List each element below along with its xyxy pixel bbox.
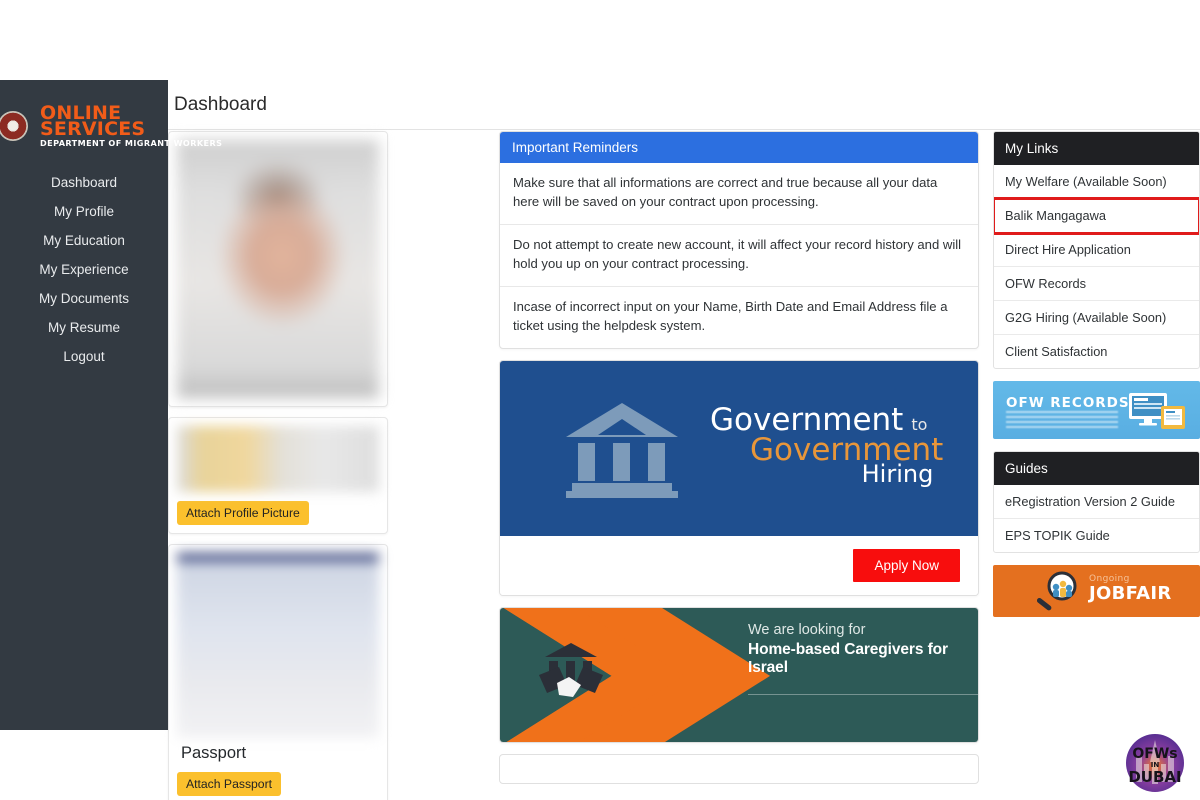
brand-logo: ONLINE SERVICES DEPARTMENT OF MIGRANT WO…	[0, 80, 222, 146]
sidebar-item-my-profile[interactable]: My Profile	[0, 197, 168, 226]
handshake-bank-icon	[539, 642, 603, 697]
sidebar-item-logout[interactable]: Logout	[0, 342, 168, 371]
reminder-item: Do not attempt to create new account, it…	[500, 225, 978, 287]
page-header: Dashboard	[168, 80, 1200, 130]
guides-panel: Guides eRegistration Version 2 Guide EPS…	[993, 451, 1200, 553]
g2g-apply-bar: Apply Now	[500, 535, 978, 595]
profile-picture-card	[168, 131, 388, 407]
g2g-banner-image[interactable]: Government to Government Hiring	[500, 360, 978, 536]
profile-photo-image	[177, 140, 379, 398]
next-panel-partial	[499, 753, 979, 784]
passport-title: Passport	[181, 744, 247, 762]
bank-building-icon	[566, 402, 678, 498]
sidebar-item-my-experience[interactable]: My Experience	[0, 255, 168, 284]
guides-title: Guides	[994, 452, 1199, 485]
caregivers-divider	[748, 693, 978, 695]
sidebar-item-my-documents[interactable]: My Documents	[0, 284, 168, 313]
attach-profile-picture-button[interactable]: Attach Profile Picture	[177, 501, 309, 525]
reminder-item: Incase of incorrect input on your Name, …	[513, 298, 948, 333]
caregivers-line1: We are looking for	[748, 621, 866, 638]
profile-column: Attach Profile Picture Passport Attach P…	[168, 131, 388, 800]
brand-line2: SERVICES	[40, 117, 146, 140]
ofw-records-banner-title: OFW RECORDS	[1006, 395, 1130, 411]
my-links-title: My Links	[994, 132, 1199, 165]
caregivers-panel: We are looking for Home-based Caregivers…	[499, 606, 979, 743]
passport-card: Passport Attach Passport	[168, 544, 388, 800]
monitor-tablet-icon	[1129, 393, 1185, 429]
left-sidebar: ONLINE SERVICES DEPARTMENT OF MIGRANT WO…	[0, 80, 222, 730]
link-item-balik-mangagawa[interactable]: Balik Mangagawa	[994, 197, 1199, 235]
important-reminders-panel: Important Reminders Make sure that all i…	[499, 131, 979, 349]
main-content: Attach Profile Picture Passport Attach P…	[168, 131, 1200, 800]
profile-thumbnail-image	[177, 426, 379, 492]
sidebar-nav: Dashboard My Profile My Education My Exp…	[0, 168, 168, 371]
magnifier-people-icon	[1037, 571, 1077, 611]
brand-text: ONLINE SERVICES DEPARTMENT OF MIGRANT WO…	[40, 103, 223, 148]
g2g-apply-now-button[interactable]: Apply Now	[853, 548, 960, 582]
brand-line3: DEPARTMENT OF MIGRANT WORKERS	[40, 137, 223, 148]
caregivers-banner-text: We are looking for Home-based Caregivers…	[748, 622, 978, 695]
reminder-item: Make sure that all informations are corr…	[500, 163, 978, 225]
important-reminders-title: Important Reminders	[500, 132, 978, 163]
attach-passport-button[interactable]: Attach Passport	[177, 772, 282, 796]
links-column: My Links My Welfare (Available Soon) Bal…	[993, 131, 1200, 617]
content-column: Important Reminders Make sure that all i…	[499, 131, 979, 784]
page-root: ONLINE SERVICES DEPARTMENT OF MIGRANT WO…	[0, 0, 1200, 800]
svg-text:OFWs: OFWs	[1132, 746, 1177, 762]
guide-item-eregistration-v2[interactable]: eRegistration Version 2 Guide	[994, 485, 1199, 519]
link-item-ofw-records[interactable]: OFW Records	[994, 267, 1199, 301]
ofws-in-dubai-logo: OFWs IN DUBAI	[1126, 734, 1184, 792]
link-item-g2g-hiring[interactable]: G2G Hiring (Available Soon)	[994, 301, 1199, 335]
g2g-hiring-panel: Government to Government Hiring Apply Now	[499, 359, 979, 596]
g2g-banner-text: Government to Government Hiring	[710, 402, 943, 488]
link-item-client-satisfaction[interactable]: Client Satisfaction	[994, 335, 1199, 368]
jobfair-line2: JOBFAIR	[1089, 583, 1172, 604]
passport-image	[177, 553, 379, 738]
profile-picture-attach-card: Attach Profile Picture	[168, 417, 388, 534]
my-links-panel: My Links My Welfare (Available Soon) Bal…	[993, 131, 1200, 369]
guide-item-eps-topik[interactable]: EPS TOPIK Guide	[994, 519, 1199, 552]
link-item-my-welfare[interactable]: My Welfare (Available Soon)	[994, 165, 1199, 199]
sidebar-item-my-education[interactable]: My Education	[0, 226, 168, 255]
caregivers-banner-image[interactable]: We are looking for Home-based Caregivers…	[500, 607, 978, 742]
svg-text:DUBAI: DUBAI	[1128, 768, 1181, 786]
caregivers-line2: Home-based Caregivers for Israel	[748, 640, 948, 676]
sidebar-item-dashboard[interactable]: Dashboard	[0, 168, 168, 197]
republic-seal-icon	[0, 111, 28, 141]
jobfair-banner-text: Ongoing JOBFAIR	[1089, 574, 1172, 604]
ofw-records-banner-subtext	[1006, 411, 1118, 429]
jobfair-banner[interactable]: Ongoing JOBFAIR	[993, 565, 1200, 617]
sidebar-item-my-resume[interactable]: My Resume	[0, 313, 168, 342]
ofw-records-banner[interactable]: OFW RECORDS	[993, 381, 1200, 439]
link-item-direct-hire-application[interactable]: Direct Hire Application	[994, 233, 1199, 267]
